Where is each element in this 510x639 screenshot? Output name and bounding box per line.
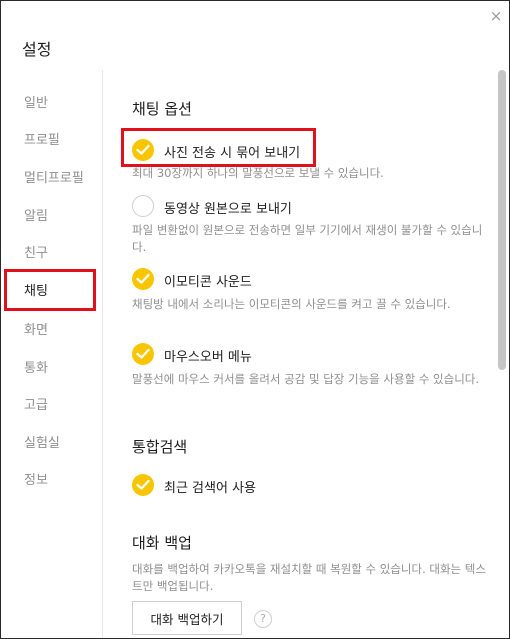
sidebar: 일반 프로필 멀티프로필 알림 친구 채팅 화면 통화 고급 실험실 정보 [1,70,103,638]
sidebar-item-profile[interactable]: 프로필 [24,129,60,148]
backup-desc: 대화를 백업하여 카카오톡을 재설치할 때 복원할 수 있습니다. 대화는 텍스… [132,562,486,593]
highlight-box-chat [4,269,96,311]
settings-content: 채팅 옵션 사진 전송 시 묶어 보내기 최대 30장까지 하나의 말풍선으로 … [104,70,496,638]
video-original-desc: 파일 변환없이 원본으로 전송하면 일부 기기에서 재생이 불가할 수 있습니다… [132,223,483,254]
settings-window: × 설정 일반 프로필 멀티프로필 알림 친구 채팅 화면 통화 고급 실험실 … [0,0,510,639]
sidebar-item-display[interactable]: 화면 [24,319,48,338]
video-original-label: 동영상 원본으로 보내기 [164,202,292,217]
checked-circle-icon[interactable] [132,139,154,161]
sidebar-item-general[interactable]: 일반 [24,92,48,111]
sidebar-item-friends[interactable]: 친구 [24,242,48,261]
search-title: 통합검색 [132,438,188,456]
photo-bundle-desc: 최대 30장까지 하나의 말풍선으로 보낼 수 있습니다. [132,166,384,180]
sidebar-item-advanced[interactable]: 고급 [24,394,48,413]
photo-bundle-label: 사진 전송 시 묶어 보내기 [164,146,301,161]
scrollbar[interactable] [498,70,506,636]
scrollbar-thumb[interactable] [498,70,506,370]
sidebar-item-info[interactable]: 정보 [24,469,48,488]
close-icon[interactable]: × [485,5,507,27]
checked-circle-icon[interactable] [132,343,154,365]
emoticon-sound-label: 이모티콘 사운드 [164,275,252,290]
mouseover-menu-label: 마우스오버 메뉴 [164,350,252,365]
help-icon[interactable]: ? [254,610,272,628]
checked-circle-icon[interactable] [132,268,154,290]
sidebar-item-call[interactable]: 통화 [24,357,48,376]
backup-button[interactable]: 대화 백업하기 [132,601,242,635]
sidebar-item-labs[interactable]: 실험실 [24,432,60,451]
backup-title: 대화 백업 [132,534,192,552]
sidebar-item-notifications[interactable]: 알림 [24,205,48,224]
window-title: 설정 [22,40,52,59]
sidebar-item-multiprofile[interactable]: 멀티프로필 [24,167,84,186]
recent-keywords-label: 최근 검색어 사용 [164,481,256,496]
unchecked-circle-icon[interactable] [132,195,154,217]
mouseover-menu-desc: 말풍선에 마우스 커서를 올려서 공감 및 답장 기능을 사용할 수 있습니다. [132,372,480,386]
checked-circle-icon[interactable] [132,474,154,496]
chat-options-title: 채팅 옵션 [132,100,192,118]
emoticon-sound-desc: 채팅방 내에서 소리나는 이모티콘의 사운드를 켜고 끌 수 있습니다. [132,297,451,311]
